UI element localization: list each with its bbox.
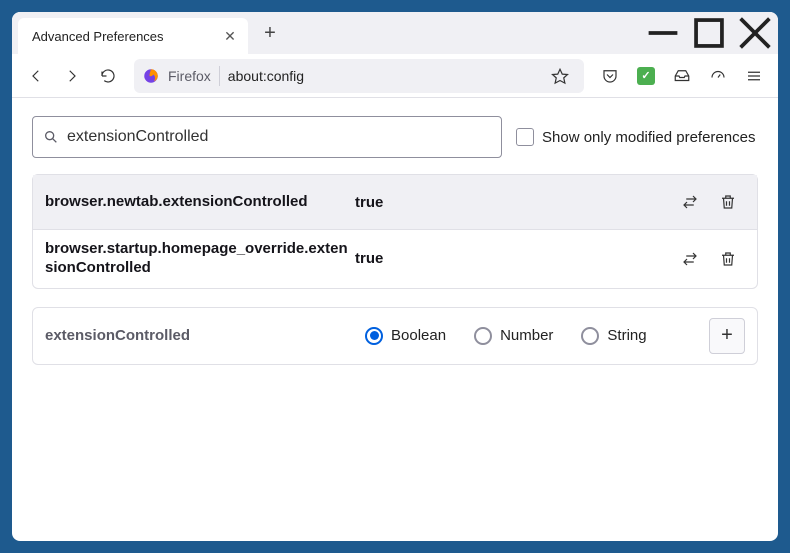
about-config-content: extensionControlled Show only modified p… bbox=[12, 98, 778, 383]
radio-boolean[interactable]: Boolean bbox=[365, 327, 446, 345]
pref-value: true bbox=[355, 194, 673, 211]
tab-advanced-preferences[interactable]: Advanced Preferences ✕ bbox=[18, 18, 248, 54]
minimize-button[interactable] bbox=[640, 12, 686, 54]
radio-icon bbox=[365, 327, 383, 345]
add-pref-button[interactable]: + bbox=[709, 318, 745, 354]
new-tab-button[interactable]: + bbox=[256, 22, 284, 45]
radio-icon bbox=[581, 327, 599, 345]
search-input[interactable]: extensionControlled bbox=[32, 116, 502, 158]
type-radios: Boolean Number String bbox=[365, 327, 699, 345]
new-pref-row: extensionControlled Boolean Number Strin… bbox=[32, 307, 758, 365]
url-prefix: Firefox bbox=[168, 68, 211, 84]
firefox-icon bbox=[142, 67, 160, 85]
radio-number[interactable]: Number bbox=[474, 327, 553, 345]
pref-row[interactable]: browser.startup.homepage_override.extens… bbox=[33, 229, 757, 288]
url-separator bbox=[219, 66, 220, 86]
reload-button[interactable] bbox=[92, 60, 124, 92]
tab-title: Advanced Preferences bbox=[32, 29, 222, 44]
close-tab-icon[interactable]: ✕ bbox=[222, 28, 238, 45]
toggle-button[interactable] bbox=[673, 242, 707, 276]
pref-name: browser.newtab.extensionControlled bbox=[45, 193, 355, 212]
search-icon bbox=[43, 129, 59, 145]
delete-button[interactable] bbox=[711, 242, 745, 276]
url-text: about:config bbox=[228, 68, 304, 84]
radio-label: String bbox=[607, 327, 646, 344]
radio-string[interactable]: String bbox=[581, 327, 646, 345]
row-actions bbox=[673, 185, 745, 219]
checkbox-label: Show only modified preferences bbox=[542, 129, 755, 146]
row-actions bbox=[673, 242, 745, 276]
search-row: extensionControlled Show only modified p… bbox=[32, 116, 758, 158]
pref-value: true bbox=[355, 250, 673, 267]
delete-button[interactable] bbox=[711, 185, 745, 219]
radio-label: Number bbox=[500, 327, 553, 344]
radio-icon bbox=[474, 327, 492, 345]
inbox-icon[interactable] bbox=[666, 60, 698, 92]
pref-row[interactable]: browser.newtab.extensionControlled true bbox=[33, 175, 757, 229]
dashboard-icon[interactable] bbox=[702, 60, 734, 92]
extension-icon[interactable] bbox=[630, 60, 662, 92]
checkbox-icon bbox=[516, 128, 534, 146]
bookmark-star-icon[interactable] bbox=[544, 60, 576, 92]
forward-button[interactable] bbox=[56, 60, 88, 92]
pref-name: browser.startup.homepage_override.extens… bbox=[45, 240, 355, 278]
url-bar[interactable]: Firefox about:config bbox=[134, 59, 584, 93]
pocket-icon[interactable] bbox=[594, 60, 626, 92]
menu-button[interactable] bbox=[738, 60, 770, 92]
radio-label: Boolean bbox=[391, 327, 446, 344]
nav-toolbar: Firefox about:config bbox=[12, 54, 778, 98]
tab-bar: Advanced Preferences ✕ + bbox=[12, 12, 778, 54]
back-button[interactable] bbox=[20, 60, 52, 92]
close-window-button[interactable] bbox=[732, 12, 778, 54]
new-pref-name: extensionControlled bbox=[45, 327, 355, 344]
show-modified-checkbox[interactable]: Show only modified preferences bbox=[516, 128, 755, 146]
maximize-button[interactable] bbox=[686, 12, 732, 54]
search-value: extensionControlled bbox=[67, 128, 208, 146]
browser-window: Advanced Preferences ✕ + Firef bbox=[12, 12, 778, 541]
pref-list: browser.newtab.extensionControlled true … bbox=[32, 174, 758, 289]
window-controls bbox=[640, 12, 778, 54]
toggle-button[interactable] bbox=[673, 185, 707, 219]
